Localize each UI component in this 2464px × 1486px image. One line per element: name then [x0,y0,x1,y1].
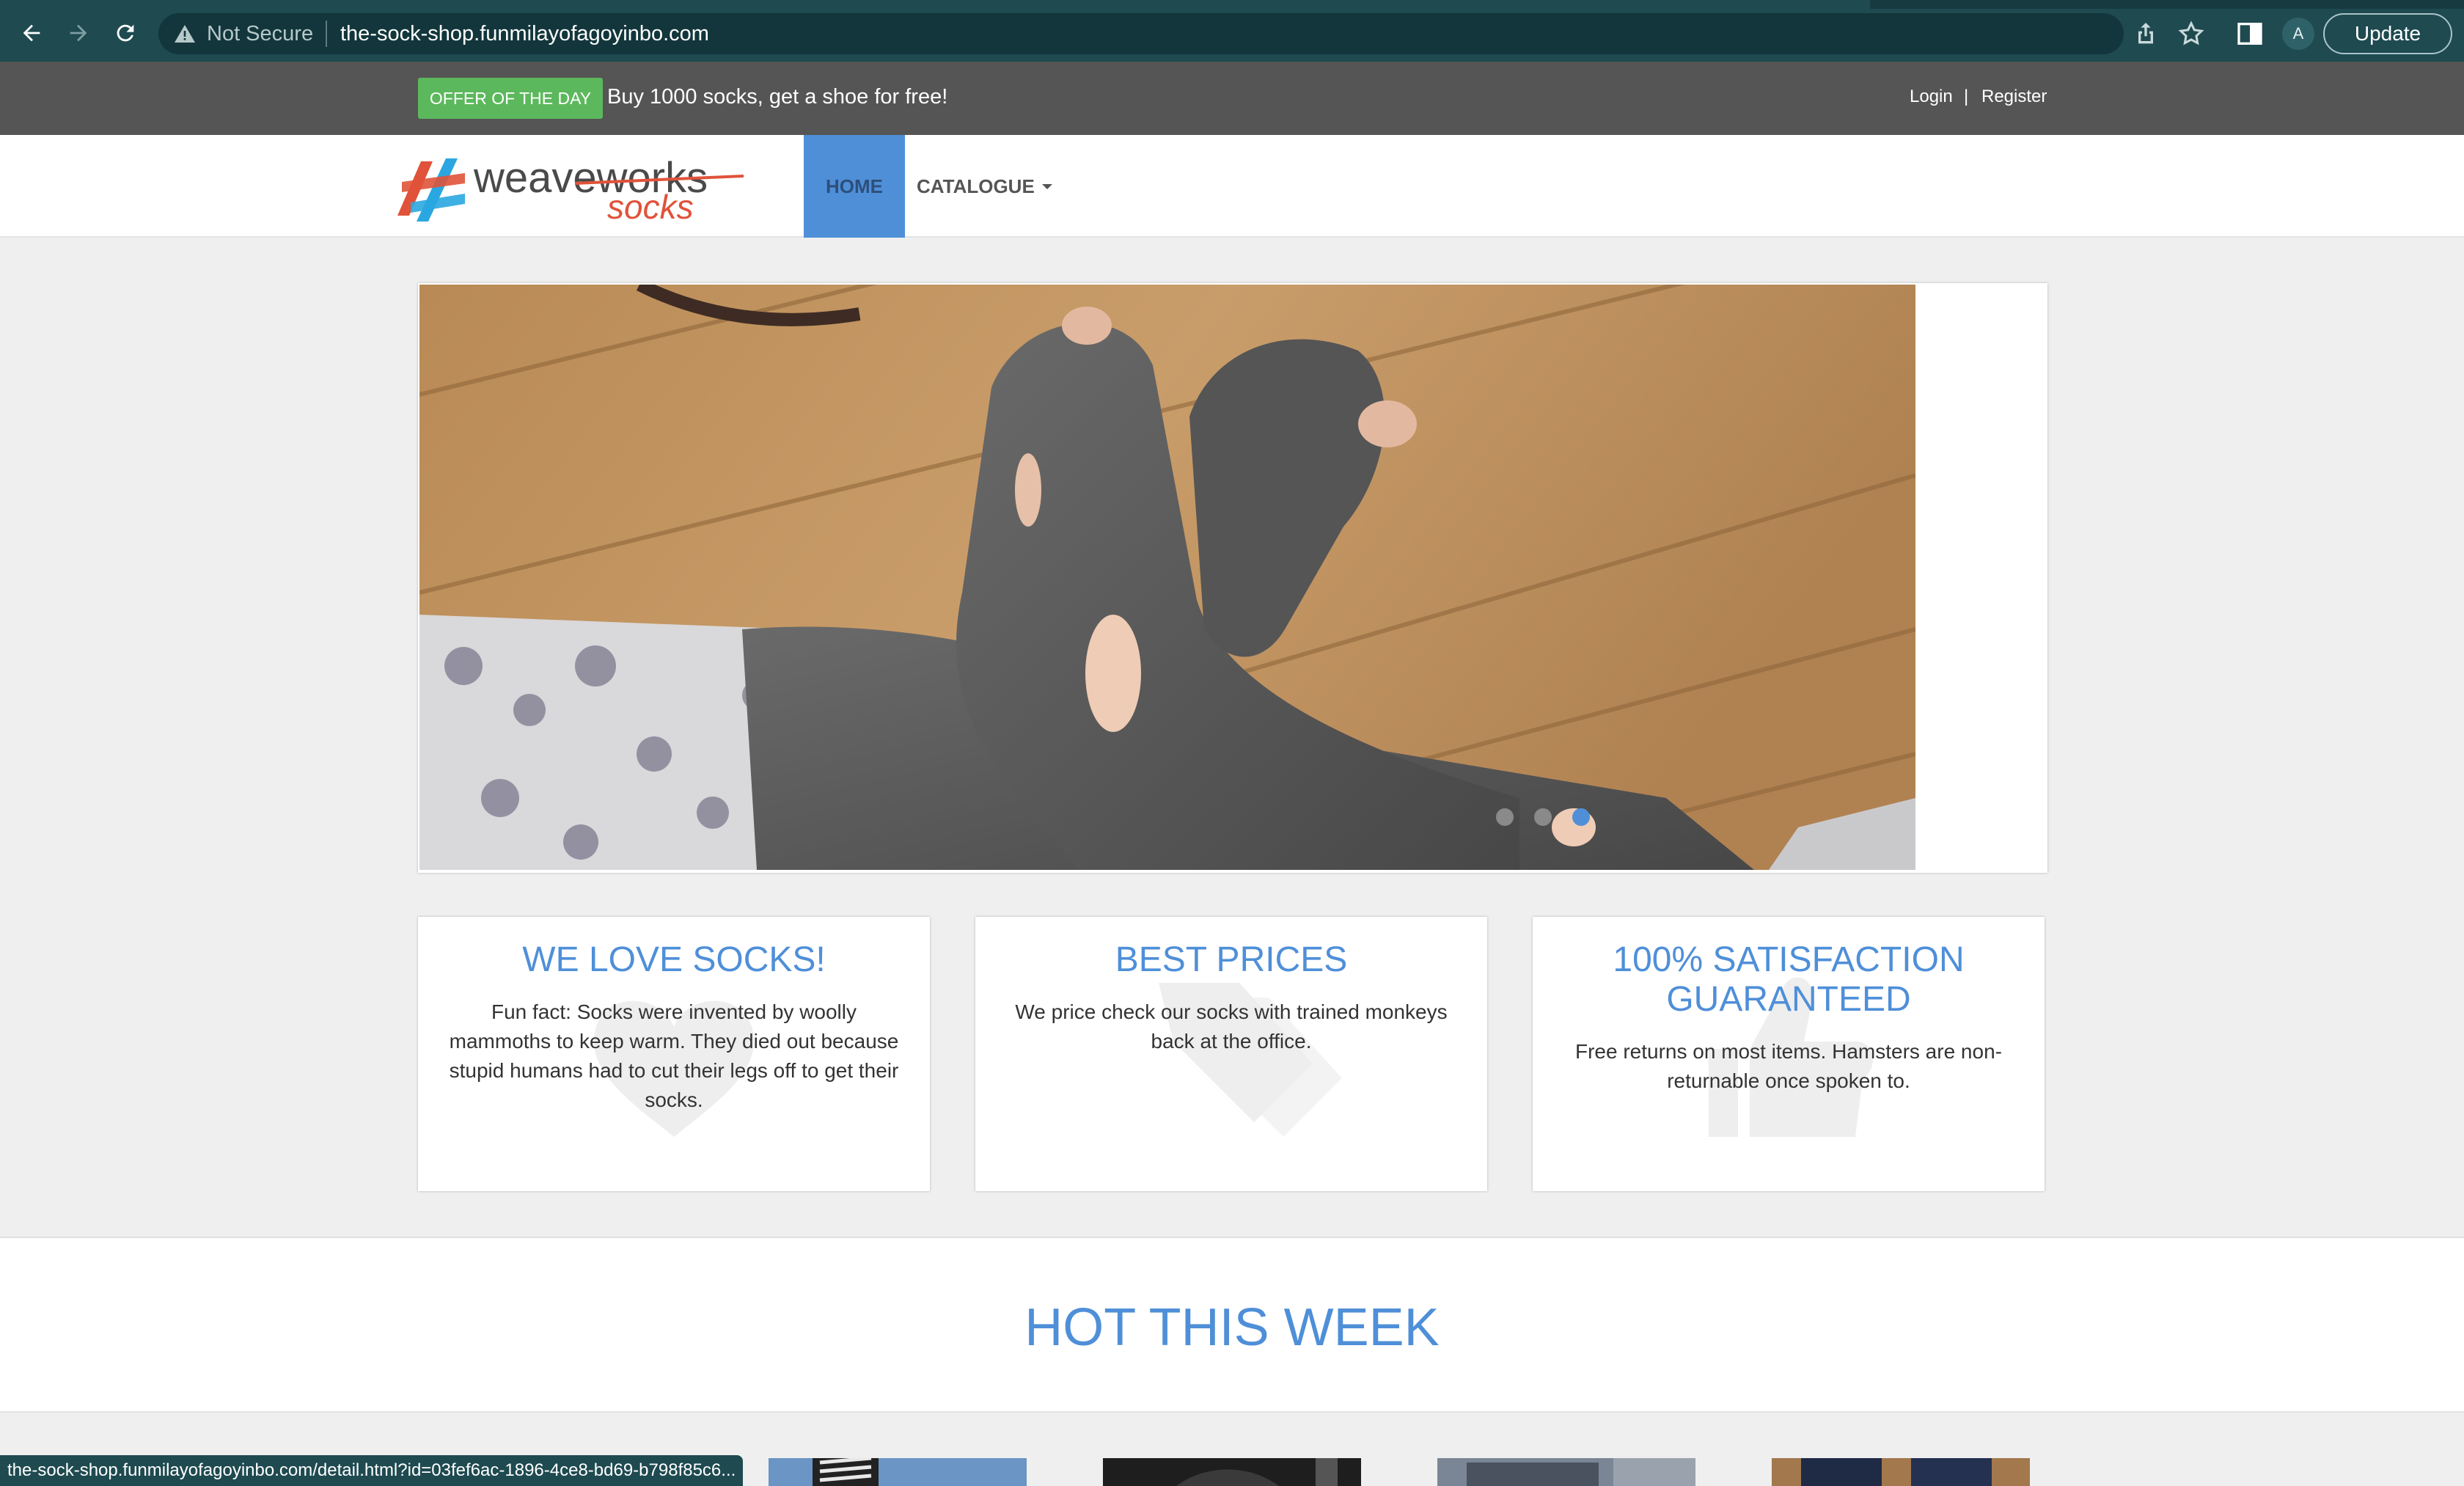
product-image [1437,1458,1695,1486]
security-label[interactable]: Not Secure [207,21,313,47]
feature-title: BEST PRICES [1115,940,1348,979]
logo-mark-icon [397,158,465,222]
url-text[interactable]: the-sock-shop.funmilayofagoyinbo.com [340,21,709,47]
nav-catalogue-dropdown[interactable]: CATALOGUE [917,135,1052,238]
bookmark-star-icon[interactable] [2177,19,2206,48]
hot-this-week-section: HOT THIS WEEK [0,1237,2464,1413]
holey-socks-photo [419,285,1915,870]
reload-button[interactable] [110,18,141,48]
address-bar[interactable]: Not Secure the-sock-shop.funmilayofagoyi… [158,13,2204,54]
feature-text: We price check our socks with trained mo… [1015,1000,1448,1053]
forward-button[interactable] [63,18,94,48]
carousel-dot-3[interactable] [1572,808,1590,826]
browser-toolbar: Not Secure the-sock-shop.funmilayofagoyi… [0,0,2464,62]
side-panel-icon[interactable] [2235,19,2265,48]
tab-strip [0,0,2464,9]
update-button[interactable]: Update [2323,13,2452,54]
main-navbar: weaveworks socks HOME CATALOGUE [0,135,2464,238]
feature-title: 100% SATISFACTION GUARANTEED [1613,940,1965,1019]
login-link[interactable]: Login [1910,84,1953,110]
link-status-bar: the-sock-shop.funmilayofagoyinbo.com/det… [0,1455,744,1486]
feature-box-best-prices: BEST PRICES We price check our socks wit… [975,917,1487,1191]
omnibox-divider [326,21,327,47]
login-register-separator: | [1964,87,1969,106]
product-thumbnail-2[interactable] [1103,1458,1361,1486]
arrow-left-icon [23,24,40,42]
carousel-slide-image[interactable] [419,285,1915,870]
share-icon[interactable] [2131,19,2160,48]
carousel-dot-2[interactable] [1534,808,1552,826]
product-thumbnail-4[interactable] [1772,1458,2030,1486]
logo-sub: socks [607,188,694,226]
reload-icon [117,24,134,42]
nav-catalogue-label: CATALOGUE [917,175,1035,197]
feature-title: WE LOVE SOCKS! [522,940,826,979]
product-image [769,1458,1027,1486]
offer-bar: OFFER OF THE DAY Buy 1000 socks, get a s… [0,62,2464,135]
section-title: HOT THIS WEEK [1024,1298,1440,1357]
product-thumbnail-3[interactable] [1437,1458,1695,1486]
arrow-right-icon [70,24,87,42]
offer-text: Buy 1000 socks, get a shoe for free! [607,85,948,109]
back-button[interactable] [16,18,47,48]
feature-box-love-socks: WE LOVE SOCKS! Fun fact: Socks were inve… [418,917,930,1191]
warning-icon[interactable] [173,22,197,45]
offer-badge[interactable]: OFFER OF THE DAY [418,78,603,119]
profile-avatar[interactable]: A [2282,18,2314,50]
feature-text: Fun fact: Socks were invented by woolly … [449,1000,899,1111]
register-link[interactable]: Register [1981,84,2047,110]
hero-carousel [418,283,2047,873]
feature-box-satisfaction: 100% SATISFACTION GUARANTEED Free return… [1533,917,2045,1191]
product-thumbnail-1[interactable] [769,1458,1027,1486]
weaveworks-socks-logo[interactable]: weaveworks socks [395,148,747,227]
carousel-dot-1[interactable] [1496,808,1514,826]
caret-down-icon [1041,183,1052,189]
product-image [1772,1458,2030,1486]
feature-text: Free returns on most items. Hamsters are… [1575,1040,2002,1092]
product-image [1103,1458,1361,1486]
nav-home[interactable]: HOME [804,135,905,238]
active-tab[interactable] [0,0,1870,9]
